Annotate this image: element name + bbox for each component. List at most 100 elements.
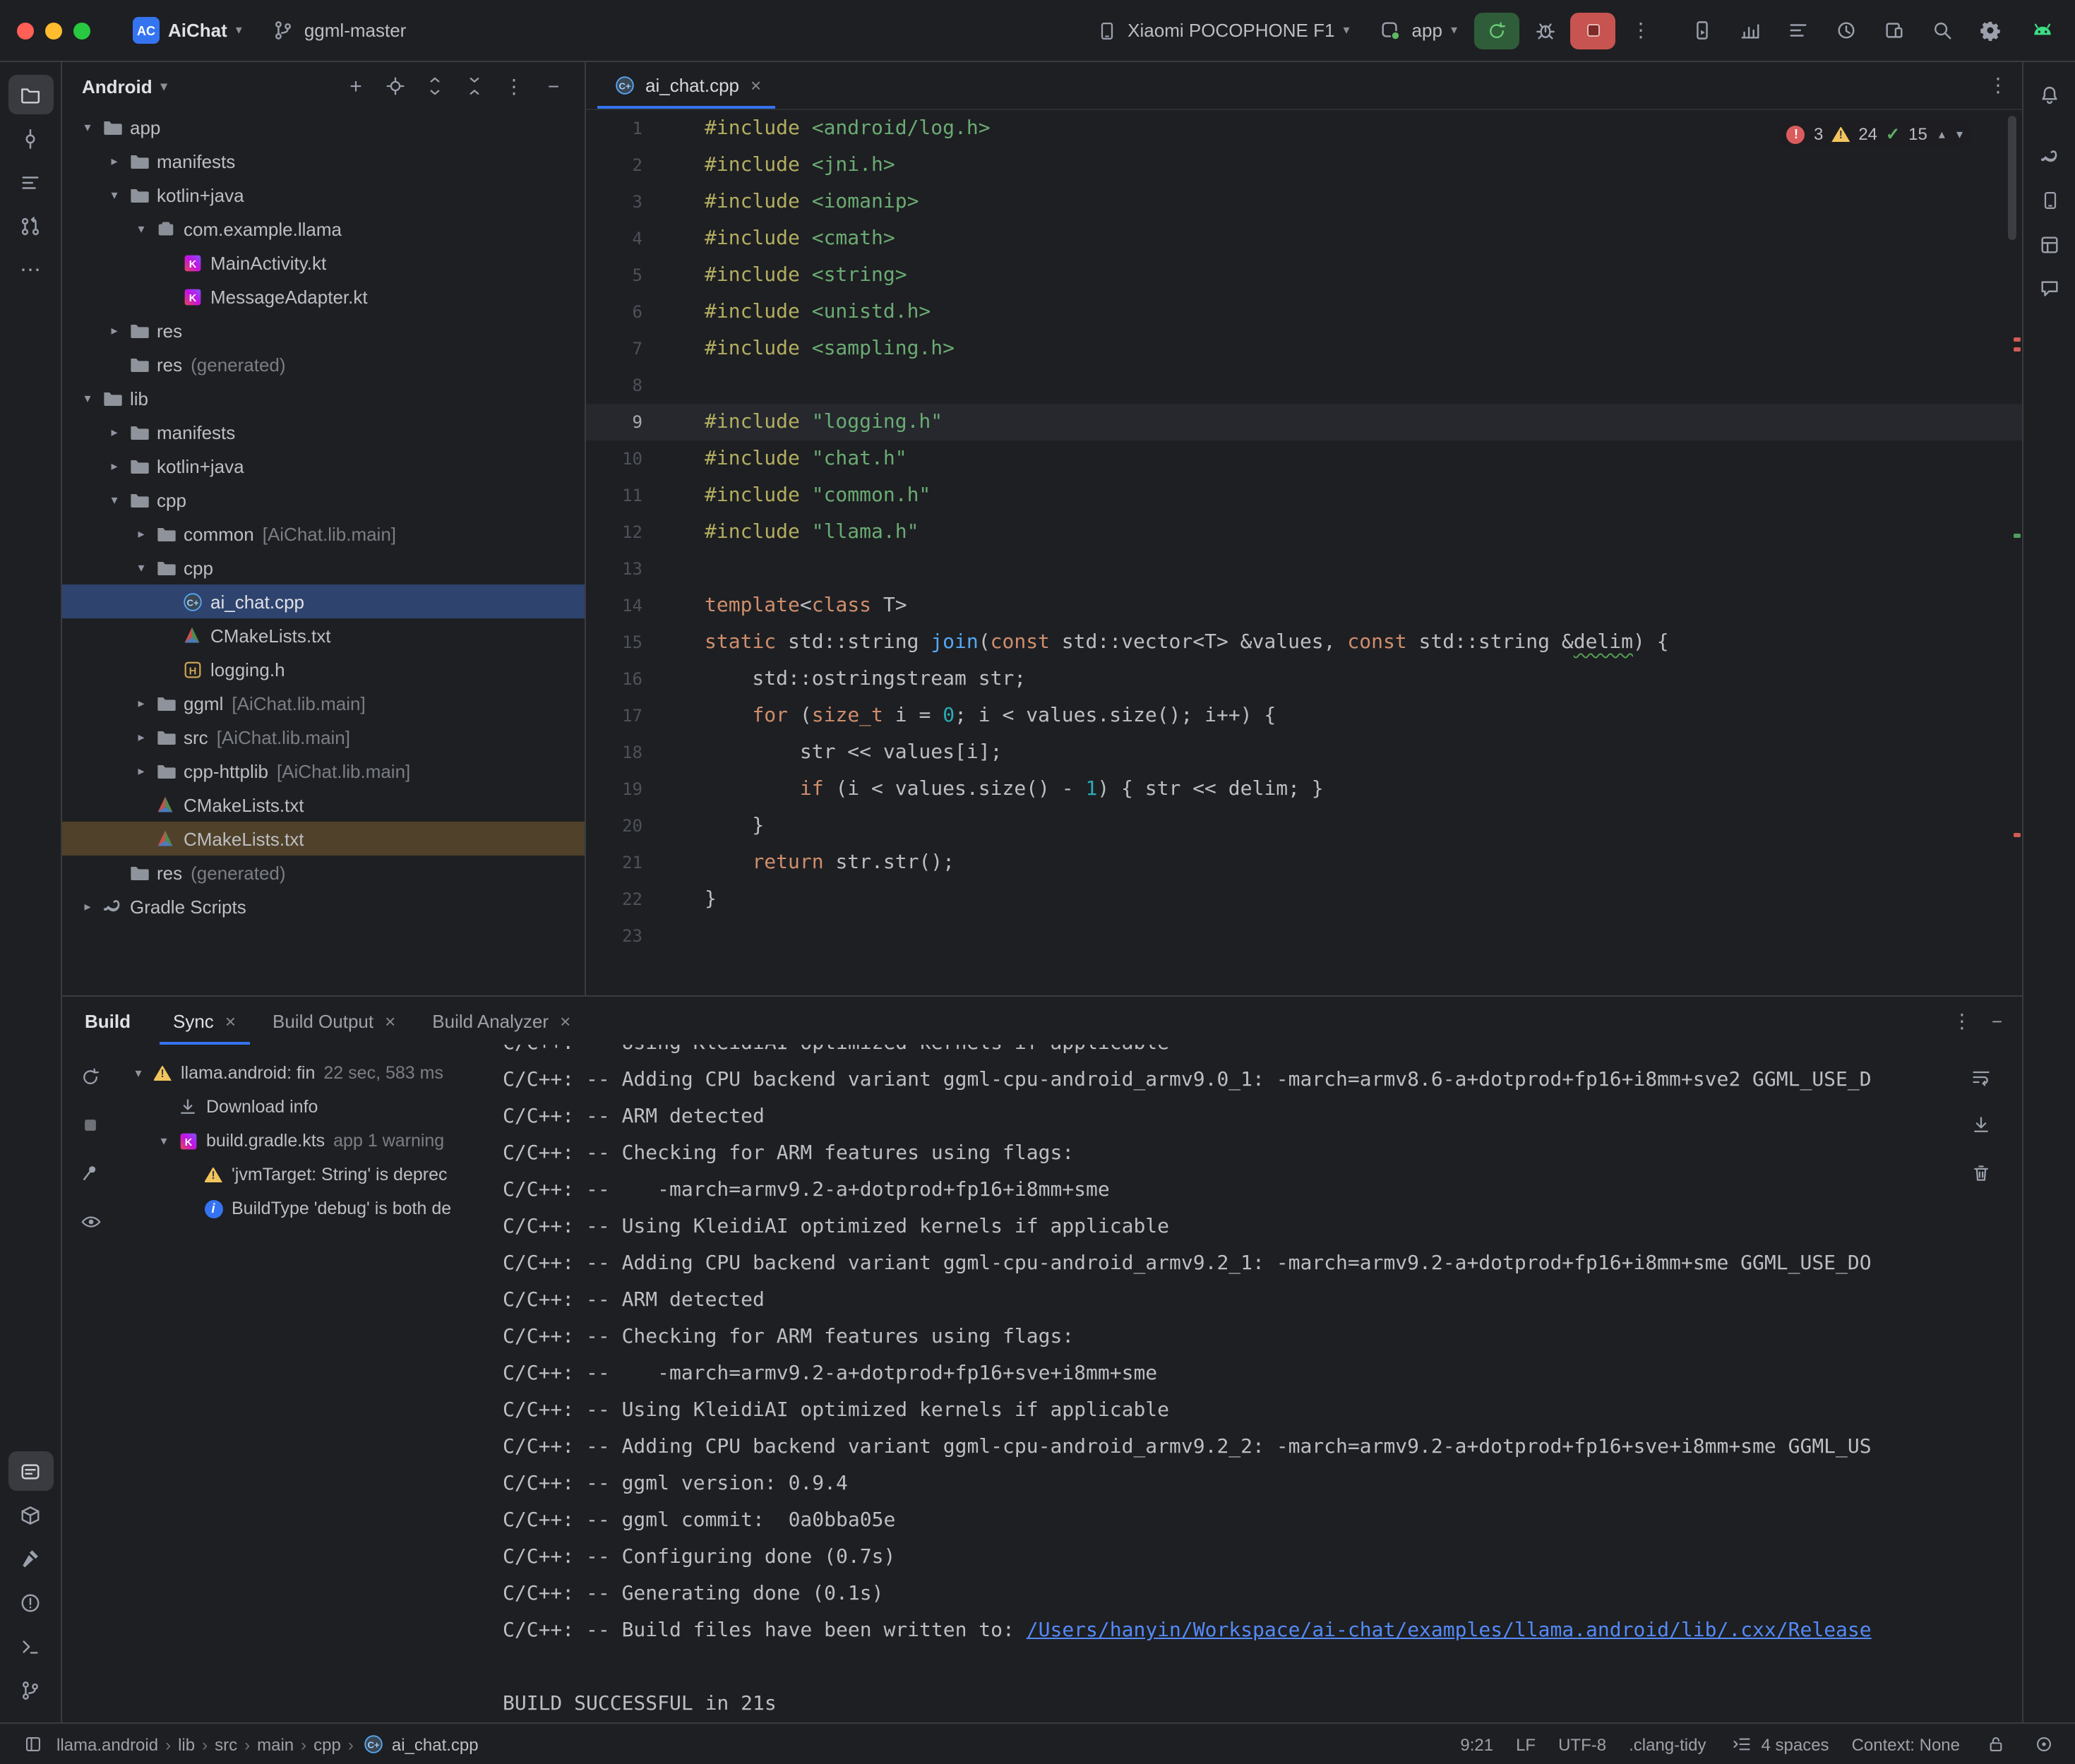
line-number[interactable]: 7: [586, 330, 654, 367]
collapse-all-icon[interactable]: [458, 69, 491, 103]
chevron-right-icon[interactable]: ▸: [76, 899, 99, 914]
error-stripe-mark[interactable]: [2014, 833, 2021, 837]
status-indicator-icon[interactable]: [2031, 1735, 2056, 1753]
tree-item-manifests[interactable]: ▸manifests: [62, 415, 585, 449]
tree-item-llama-android-fin[interactable]: ▾!llama.android: fin22 sec, 583 ms: [119, 1056, 503, 1090]
line-number[interactable]: 6: [586, 294, 654, 330]
line-number[interactable]: 14: [586, 587, 654, 624]
line-number[interactable]: 15: [586, 624, 654, 661]
running-devices-icon[interactable]: [1680, 12, 1723, 49]
close-tab-icon[interactable]: ×: [385, 1010, 395, 1031]
close-window-button[interactable]: [17, 22, 34, 39]
lock-icon[interactable]: [1983, 1735, 2008, 1753]
android-avatar[interactable]: [2025, 13, 2059, 47]
chevron-down-icon[interactable]: ▾: [127, 1065, 150, 1081]
indent-setting[interactable]: 4 spaces: [1729, 1734, 1829, 1754]
tree-item-cmakelists-txt[interactable]: CMakeLists.txt: [62, 788, 585, 822]
pin-icon[interactable]: [72, 1158, 109, 1189]
vcs-branch-widget[interactable]: ggml-master: [259, 14, 418, 47]
code-line-3[interactable]: 3#include <iomanip>: [586, 184, 2022, 220]
code-line-8[interactable]: 8: [586, 367, 2022, 404]
breadcrumb-item[interactable]: C+ai_chat.cpp: [361, 1734, 479, 1755]
tree-item-ai-chat-cpp[interactable]: C+ai_chat.cpp: [62, 584, 585, 618]
breadcrumb-item[interactable]: src: [215, 1734, 237, 1754]
tool-window-toggle-icon[interactable]: [20, 1735, 45, 1753]
code-line-6[interactable]: 6#include <unistd.h>: [586, 294, 2022, 330]
code-line-16[interactable]: 16 std::ostringstream str;: [586, 661, 2022, 697]
close-tab-icon[interactable]: ×: [560, 1010, 570, 1031]
line-number[interactable]: 10: [586, 440, 654, 477]
tree-item-manifests[interactable]: ▸manifests: [62, 144, 585, 178]
more-actions-button[interactable]: ⋮: [1621, 12, 1661, 49]
caret-position[interactable]: 9:21: [1460, 1734, 1493, 1754]
assistant-icon[interactable]: [2027, 268, 2072, 308]
project-icon[interactable]: [8, 75, 53, 114]
previous-issue-icon[interactable]: ▴: [1939, 126, 1945, 142]
chevron-down-icon[interactable]: ▾: [153, 1133, 175, 1148]
tree-item-cpp-httplib[interactable]: ▸cpp-httplib[AiChat.lib.main]: [62, 754, 585, 788]
chevron-down-icon[interactable]: ▾: [130, 560, 153, 575]
breadcrumb-item[interactable]: cpp: [313, 1734, 341, 1754]
line-number[interactable]: 19: [586, 771, 654, 808]
line-number[interactable]: 1: [586, 110, 654, 147]
line-number[interactable]: 16: [586, 661, 654, 697]
tree-item-cpp[interactable]: ▾cpp: [62, 483, 585, 517]
scroll-to-end-icon[interactable]: [1963, 1110, 1999, 1141]
gradle-icon[interactable]: [2027, 137, 2072, 176]
options-icon[interactable]: ⋮: [497, 69, 531, 103]
build-window-title[interactable]: Build: [85, 1010, 131, 1031]
notifications-icon[interactable]: [2027, 75, 2072, 114]
close-tab-icon[interactable]: ×: [225, 1010, 236, 1031]
line-number[interactable]: 18: [586, 734, 654, 771]
chevron-right-icon[interactable]: ▸: [103, 458, 126, 474]
code-line-22[interactable]: 22}: [586, 881, 2022, 918]
chevron-right-icon[interactable]: ▸: [130, 729, 153, 745]
chevron-right-icon[interactable]: ▸: [103, 153, 126, 169]
tree-item-app[interactable]: ▾app: [62, 110, 585, 144]
build-tool-icon[interactable]: [8, 1539, 53, 1578]
expand-all-icon[interactable]: [418, 69, 452, 103]
editor-scrollbar[interactable]: [2008, 116, 2016, 240]
editor-tab-ai-chat-cpp[interactable]: C+ ai_chat.cpp ×: [597, 62, 775, 109]
hide-build-panel-button[interactable]: −: [1992, 1010, 2002, 1031]
layout-inspector-icon[interactable]: [2027, 224, 2072, 264]
breadcrumb-item[interactable]: llama.android: [56, 1734, 158, 1754]
tree-item-cpp[interactable]: ▾cpp: [62, 551, 585, 584]
tree-item-com-example-llama[interactable]: ▾com.example.llama: [62, 212, 585, 246]
breadcrumb-item[interactable]: lib: [178, 1734, 195, 1754]
stop-button[interactable]: [1570, 12, 1615, 49]
context-setting[interactable]: Context: None: [1852, 1734, 1960, 1754]
build-tab-build-output[interactable]: Build Output×: [258, 997, 409, 1045]
stop-icon[interactable]: [72, 1110, 109, 1141]
code-line-7[interactable]: 7#include <sampling.h>: [586, 330, 2022, 367]
line-number[interactable]: 11: [586, 477, 654, 514]
code-line-20[interactable]: 20 }: [586, 808, 2022, 844]
settings-icon[interactable]: [1968, 12, 2011, 49]
code-line-10[interactable]: 10#include "chat.h": [586, 440, 2022, 477]
code-line-13[interactable]: 13: [586, 551, 2022, 587]
chevron-down-icon[interactable]: ▾: [76, 390, 99, 406]
tree-item-gradle-scripts[interactable]: ▸Gradle Scripts: [62, 889, 585, 923]
project-view-selector[interactable]: Android ▾: [82, 76, 167, 97]
build-tab-sync[interactable]: Sync×: [159, 997, 250, 1045]
locate-file-icon[interactable]: [378, 69, 412, 103]
chevron-right-icon[interactable]: ▸: [130, 763, 153, 779]
code-line-4[interactable]: 4#include <cmath>: [586, 220, 2022, 257]
preview-icon[interactable]: [72, 1206, 109, 1237]
editor-options-button[interactable]: ⋮: [1988, 73, 2008, 97]
tree-item-cmakelists-txt[interactable]: CMakeLists.txt: [62, 822, 585, 856]
code-line-17[interactable]: 17 for (size_t i = 0; i < values.size();…: [586, 697, 2022, 734]
line-number[interactable]: 3: [586, 184, 654, 220]
tree-item-build-gradle-kts[interactable]: ▾Kbuild.gradle.ktsapp 1 warning: [119, 1124, 503, 1158]
tree-item-res[interactable]: ▸res: [62, 313, 585, 347]
zoom-window-button[interactable]: [73, 22, 90, 39]
structure-icon[interactable]: [8, 162, 53, 202]
app-insights-icon[interactable]: [1824, 12, 1867, 49]
build-options-button[interactable]: ⋮: [1952, 1009, 1972, 1033]
chevron-right-icon[interactable]: ▸: [130, 695, 153, 711]
close-tab-icon[interactable]: ×: [751, 75, 761, 96]
add-icon[interactable]: +: [339, 69, 373, 103]
line-number[interactable]: 13: [586, 551, 654, 587]
commit-icon[interactable]: [8, 119, 53, 158]
code-line-12[interactable]: 12#include "llama.h": [586, 514, 2022, 551]
